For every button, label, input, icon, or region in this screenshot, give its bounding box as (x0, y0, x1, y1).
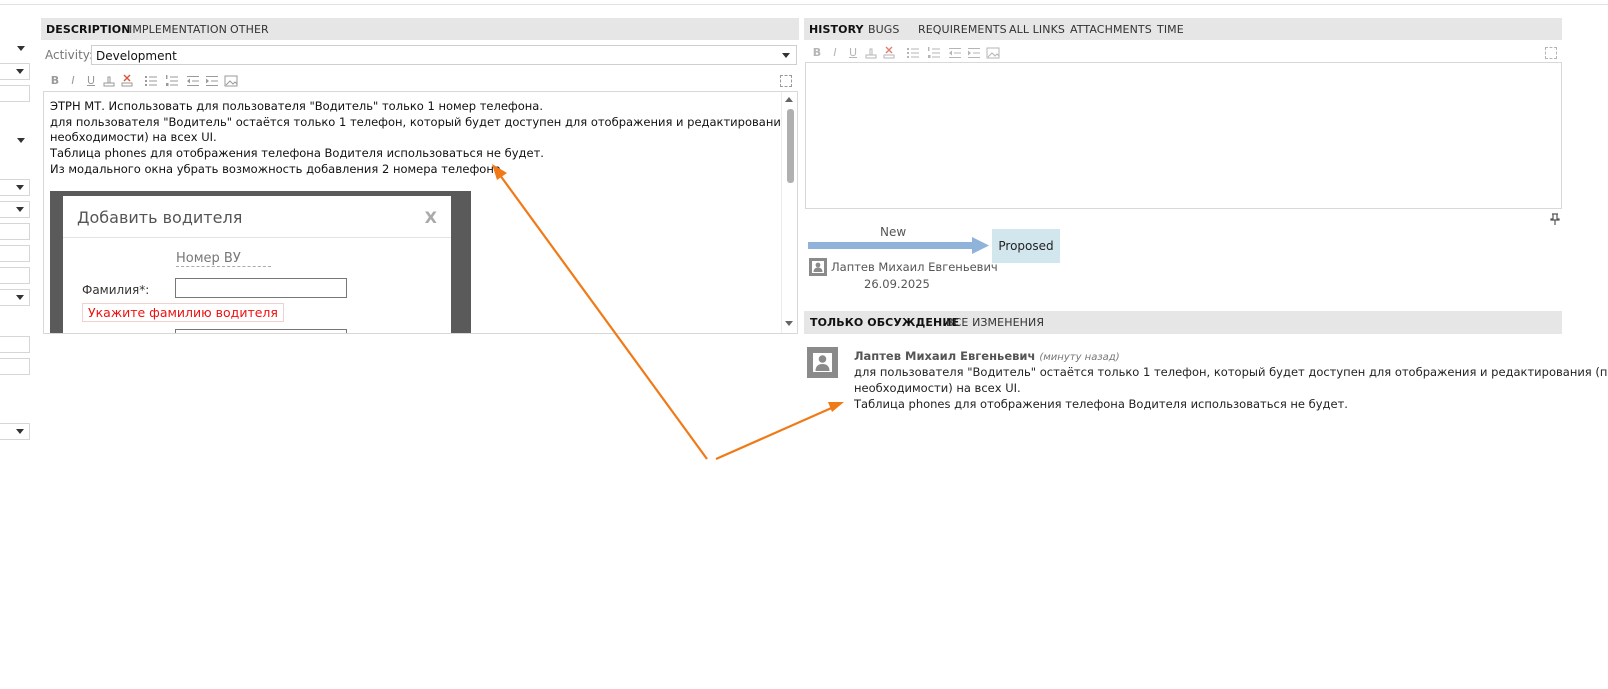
stub-dropdown[interactable] (0, 133, 30, 150)
tab-other[interactable]: OTHER (230, 23, 269, 36)
tab-all-changes[interactable]: ВСЕ ИЗМЕНЕНИЯ (946, 316, 1044, 329)
surname-error: Укажите фамилию водителя (82, 303, 284, 322)
description-line: ЭТРН МТ. Использовать для пользователя "… (50, 99, 544, 113)
history-tab-bar: HISTORY BUGS REQUIREMENTS ALL LINKS ATTA… (804, 18, 1562, 40)
activity-label: Activity: (45, 48, 94, 62)
close-icon: X (424, 208, 437, 227)
workflow-user: Лаптев Михаил Евгеньевич (831, 260, 998, 274)
chevron-down-icon (16, 185, 24, 190)
chevron-down-icon (17, 46, 25, 51)
user-avatar (809, 258, 827, 276)
stub-field[interactable] (0, 85, 30, 102)
scroll-up-icon[interactable] (785, 97, 793, 102)
name-input-image (175, 329, 347, 333)
format-painter-icon[interactable] (102, 74, 116, 88)
format-painter-icon[interactable] (864, 46, 878, 60)
dialog-divider (63, 237, 451, 238)
embedded-screenshot: Добавить водителя X Номер ВУ Фамилия*: У… (50, 191, 471, 333)
add-driver-dialog-image: Добавить водителя X Номер ВУ Фамилия*: У… (63, 196, 451, 333)
chevron-down-icon (16, 207, 24, 212)
license-number-link: Номер ВУ (176, 251, 271, 267)
discussion-tab-bar: ТОЛЬКО ОБСУЖДЕНИЕ ВСЕ ИЗМЕНЕНИЯ (804, 311, 1562, 334)
surname-input-image (175, 278, 347, 298)
indent-icon[interactable] (205, 74, 219, 88)
fullscreen-icon[interactable] (1545, 47, 1557, 59)
chevron-down-icon (16, 295, 24, 300)
bulleted-list-icon[interactable] (906, 46, 920, 60)
stub-dropdown[interactable] (0, 289, 30, 306)
annotation-arrow-icon (715, 404, 837, 461)
comment-line: необходимости) на всех UI. (854, 381, 1021, 395)
chevron-down-icon (16, 69, 24, 74)
scroll-thumb[interactable] (787, 109, 794, 183)
underline-icon[interactable]: U (84, 74, 98, 88)
editor-scrollbar[interactable] (781, 92, 797, 333)
workflow-state-proposed[interactable]: Proposed (992, 229, 1060, 263)
chevron-down-icon (16, 429, 24, 434)
clear-format-icon[interactable] (120, 74, 134, 88)
comment-author: Лаптев Михаил Евгеньевич (854, 349, 1036, 363)
workflow-arrow-icon (808, 237, 989, 254)
tab-implementation[interactable]: IMPLEMENTATION (129, 23, 227, 36)
stub-field[interactable] (0, 336, 30, 353)
comment-editor[interactable] (805, 62, 1562, 209)
pin-icon[interactable] (1550, 213, 1560, 228)
underline-icon[interactable]: U (846, 46, 860, 60)
stub-dropdown[interactable] (0, 179, 30, 196)
workflow-date: 26.09.2025 (864, 277, 930, 291)
outdent-icon[interactable] (186, 74, 200, 88)
stub-field[interactable] (0, 223, 30, 240)
tab-bugs[interactable]: BUGS (868, 23, 900, 36)
comment-line: для пользователя "Водитель" остаётся тол… (854, 365, 1608, 379)
tab-attachments[interactable]: ATTACHMENTS (1070, 23, 1152, 36)
description-toolbar: B I U (48, 74, 243, 90)
image-icon[interactable] (224, 74, 238, 88)
comment-line: Таблица phones для отображения телефона … (854, 397, 1348, 411)
tab-time[interactable]: TIME (1157, 23, 1184, 36)
tab-history[interactable]: HISTORY (809, 23, 864, 36)
comment-time: (минуту назад) (1039, 352, 1120, 363)
bold-icon[interactable]: B (48, 74, 62, 88)
stub-field[interactable] (0, 267, 30, 284)
numbered-list-icon[interactable] (165, 74, 179, 88)
numbered-list-icon[interactable] (927, 46, 941, 60)
comment-author-avatar (807, 347, 838, 378)
top-border (0, 0, 1608, 5)
chevron-down-icon (782, 53, 790, 58)
stub-field[interactable] (0, 245, 30, 262)
dialog-title: Добавить водителя (77, 208, 243, 227)
description-line: необходимости) на всех UI. (50, 130, 217, 144)
image-icon[interactable] (986, 46, 1000, 60)
description-line: Таблица phones для отображения телефона … (50, 146, 544, 160)
bulleted-list-icon[interactable] (144, 74, 158, 88)
tab-all-links[interactable]: ALL LINKS (1009, 23, 1065, 36)
fullscreen-icon[interactable] (780, 75, 792, 87)
stub-dropdown[interactable] (0, 201, 30, 218)
tab-description[interactable]: DESCRIPTION (46, 23, 131, 36)
stub-dropdown[interactable] (0, 423, 30, 440)
tab-requirements[interactable]: REQUIREMENTS (918, 23, 1007, 36)
description-tab-bar: DESCRIPTION IMPLEMENTATION OTHER (41, 18, 799, 40)
activity-value: Development (96, 49, 177, 63)
scroll-down-icon[interactable] (785, 321, 793, 326)
description-editor[interactable]: ЭТРН МТ. Использовать для пользователя "… (43, 91, 798, 334)
surname-label: Фамилия*: (82, 283, 150, 297)
comment-toolbar: B I U (810, 46, 1005, 62)
description-line: для пользователя "Водитель" остаётся тол… (50, 115, 798, 129)
chevron-down-icon (17, 138, 25, 143)
stub-dropdown[interactable] (0, 63, 30, 80)
tab-discussion-only[interactable]: ТОЛЬКО ОБСУЖДЕНИЕ (810, 316, 959, 329)
indent-icon[interactable] (967, 46, 981, 60)
stub-dropdown[interactable] (0, 41, 30, 58)
description-line: Из модального окна убрать возможность до… (50, 162, 505, 176)
stub-field[interactable] (0, 358, 30, 375)
outdent-icon[interactable] (948, 46, 962, 60)
activity-select[interactable]: Development (91, 45, 797, 65)
arrowhead-icon (828, 402, 844, 412)
comment-header: Лаптев Михаил Евгеньевич (минуту назад) (854, 349, 1120, 363)
bold-icon[interactable]: B (810, 46, 824, 60)
italic-icon[interactable]: I (66, 74, 80, 88)
italic-icon[interactable]: I (828, 46, 842, 60)
clear-format-icon[interactable] (882, 46, 896, 60)
